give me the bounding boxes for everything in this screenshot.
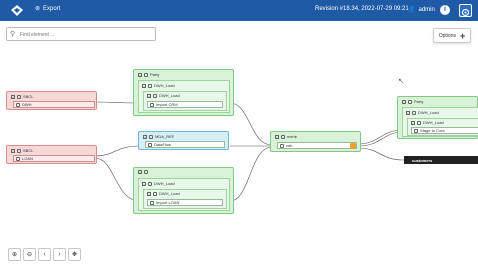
sbcl-top-sub-label: DWH [16, 102, 32, 107]
party-bottom-job-label: Import LOAN [150, 200, 179, 205]
module-icon [148, 83, 152, 88]
party-bottom-title: − [138, 170, 150, 174]
node-sbcl-bottom[interactable]: − SBCL LOAN [6, 145, 97, 164]
sbcl-bottom-sub-label: LOAN [16, 156, 33, 161]
module-icon [417, 120, 421, 125]
party-top-inner-2: − DWH_Load Import CRM [143, 91, 227, 111]
party-bottom-inner-1: − DWH_Load − DWH_Load Import LOAN [138, 178, 230, 211]
zoom-toolbar: ⊕ ⊖ ‹ › ✥ [8, 248, 81, 261]
folder-icon [144, 170, 148, 174]
party-top-sub1: − DWH_Load [142, 83, 175, 88]
node-merle[interactable]: − merle rwh [270, 131, 361, 152]
edge-party-bottom-merge [229, 146, 273, 202]
party-right-sub1: − DWH_Load [406, 110, 439, 115]
module-icon [153, 93, 157, 98]
party-right-job-row[interactable]: Stage to Core [411, 127, 478, 134]
sbcl-top-row[interactable]: DWH [13, 101, 95, 108]
collapse-icon: − [147, 93, 151, 98]
node-customers[interactable]: customers [404, 156, 478, 164]
party-bottom-sub1: − DWH_Load [142, 181, 175, 186]
party-right-sub2: − DWH_Load [411, 120, 444, 125]
folder-icon [17, 148, 21, 153]
table-icon [16, 156, 20, 161]
job-icon [150, 102, 154, 107]
node-mda-ref[interactable]: − MDA_REF DataFlow [138, 131, 229, 150]
node-party-top[interactable]: − Party − DWH_Load − DWH_Load Import CRM [133, 69, 234, 116]
chevron-left-icon[interactable]: ‹ [38, 248, 51, 261]
zoom-in-icon[interactable]: ⊕ [8, 248, 21, 261]
job-icon [150, 200, 154, 205]
dataflow-icon [148, 142, 152, 147]
party-top-title: − Party [138, 72, 160, 77]
node-party-bottom[interactable]: − − DWH_Load − DWH_Load Import LOAN [133, 167, 234, 214]
folder-icon [17, 94, 21, 99]
party-right-title: − Party [402, 99, 424, 104]
collapse-icon: − [406, 110, 410, 115]
module-icon [153, 191, 157, 196]
sbcl-bottom-title: − SBCL [11, 148, 34, 153]
collapse-icon: − [138, 72, 142, 77]
table-icon [280, 143, 284, 148]
folder-icon [144, 72, 148, 77]
party-bottom-inner-2: − DWH_Load Import LOAN [143, 189, 227, 209]
merle-title: − merle [275, 134, 298, 139]
collapse-icon: − [11, 148, 15, 153]
mouse-cursor-icon: ↖ [398, 78, 404, 85]
party-top-job-row[interactable]: Import CRM [147, 101, 223, 108]
module-icon [412, 110, 416, 115]
party-right-inner-2: − DWH_Load Stage to Core [407, 118, 478, 136]
party-bottom-job-row[interactable]: Import LOAN [147, 199, 223, 206]
sbcl-top-title: − SBCL [11, 94, 34, 99]
merle-row[interactable]: rwh [277, 142, 357, 149]
warning-icon[interactable] [350, 143, 356, 149]
module-icon [148, 181, 152, 186]
customers-label: customers [412, 157, 433, 163]
merle-sub-label: rwh [280, 143, 292, 148]
collapse-icon: − [143, 134, 147, 139]
collapse-icon: − [138, 170, 142, 174]
zoom-out-icon[interactable]: ⊖ [23, 248, 36, 261]
collapse-icon: − [142, 83, 146, 88]
collapse-icon: − [402, 99, 406, 104]
folder-icon [408, 99, 412, 104]
party-bottom-sub2: − DWH_Load [147, 191, 180, 196]
party-top-inner-1: − DWH_Load − DWH_Load Import CRM [138, 80, 230, 113]
mda-ref-title: − MDA_REF [143, 134, 175, 139]
collapse-icon: − [275, 134, 279, 139]
node-party-right[interactable]: − Party − DWH_Load − DWH_Load Stage to Core [397, 96, 478, 139]
edge-party-top-merge [229, 102, 273, 146]
sbcl-bottom-row[interactable]: LOAN [13, 155, 95, 162]
chevron-right-icon[interactable]: › [53, 248, 66, 261]
node-sbcl-top[interactable]: − SBCL DWH [6, 91, 97, 110]
fit-view-icon[interactable]: ✥ [68, 248, 81, 261]
party-top-sub2: − DWH_Load [147, 93, 180, 98]
edge-merge-customers [357, 147, 405, 161]
mda-ref-sub-label: DataFlow [148, 142, 171, 147]
folder-icon [281, 134, 285, 139]
party-right-job-label: Stage to Core [414, 128, 445, 133]
collapse-icon: − [147, 191, 151, 196]
party-top-job-label: Import CRM [150, 102, 178, 107]
table-icon [16, 102, 20, 107]
party-right-inner-1: − DWH_Load − DWH_Load Stage to Core [402, 107, 478, 137]
collapse-icon: − [142, 181, 146, 186]
folder-icon [149, 134, 153, 139]
edge-sbcl-mdm [94, 145, 141, 157]
collapse-icon: − [411, 120, 415, 125]
collapse-icon: − [11, 94, 15, 99]
job-icon [414, 128, 418, 133]
mda-ref-row[interactable]: DataFlow [145, 141, 225, 148]
